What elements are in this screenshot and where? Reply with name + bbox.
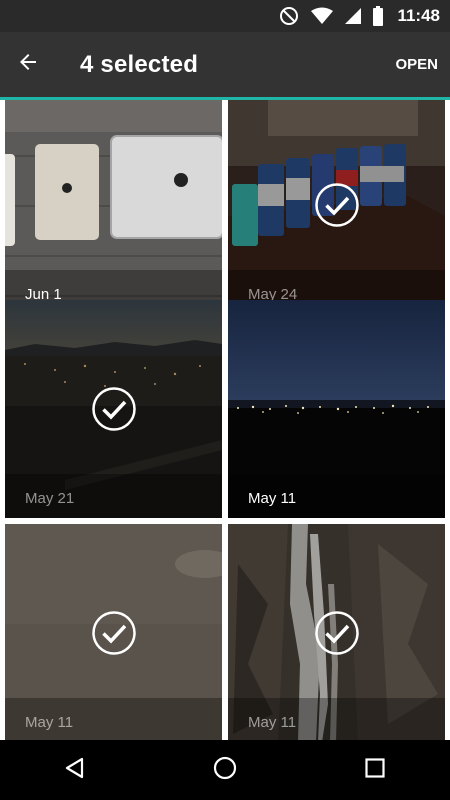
photo-tile[interactable]: May 11 <box>5 524 222 740</box>
check-circle-icon <box>314 611 359 655</box>
photo-tile[interactable]: May 21 <box>5 300 222 518</box>
home-circle-icon <box>213 756 237 785</box>
photo-tile[interactable]: May 11 <box>228 300 445 518</box>
nav-back-button[interactable] <box>45 740 105 800</box>
nav-recents-button[interactable] <box>345 740 405 800</box>
photo-grid: Jun 1 May 24 May 21 May 11 May 11 May 11 <box>0 100 450 740</box>
nav-home-button[interactable] <box>195 740 255 800</box>
battery-icon <box>373 6 384 26</box>
status-bar: 11:48 <box>0 0 450 32</box>
check-circle-icon <box>91 387 136 431</box>
cell-signal-icon <box>345 7 362 25</box>
do-not-disturb-icon <box>279 6 299 26</box>
navigation-bar <box>0 740 450 800</box>
photo-tile[interactable]: May 24 <box>228 100 445 314</box>
recents-square-icon <box>365 757 385 783</box>
open-button[interactable]: OPEN <box>393 32 440 98</box>
back-button[interactable] <box>8 44 48 84</box>
back-triangle-icon <box>64 757 86 784</box>
photo-date: May 21 <box>25 490 75 507</box>
wifi-icon <box>311 7 334 25</box>
selection-count-title: 4 selected <box>80 51 199 78</box>
selection-action-bar: 4 selected OPEN <box>0 32 450 100</box>
photo-date: May 11 <box>248 490 297 507</box>
arrow-back-icon <box>16 50 40 79</box>
photo-date: May 11 <box>25 714 74 731</box>
photo-tile[interactable]: Jun 1 <box>5 100 222 314</box>
status-icons: 11:48 <box>279 0 440 32</box>
photo-date: May 11 <box>248 714 297 731</box>
check-circle-icon <box>91 611 136 655</box>
check-circle-icon <box>314 183 359 227</box>
status-time: 11:48 <box>397 6 440 25</box>
photo-tile[interactable]: May 11 <box>228 524 445 740</box>
